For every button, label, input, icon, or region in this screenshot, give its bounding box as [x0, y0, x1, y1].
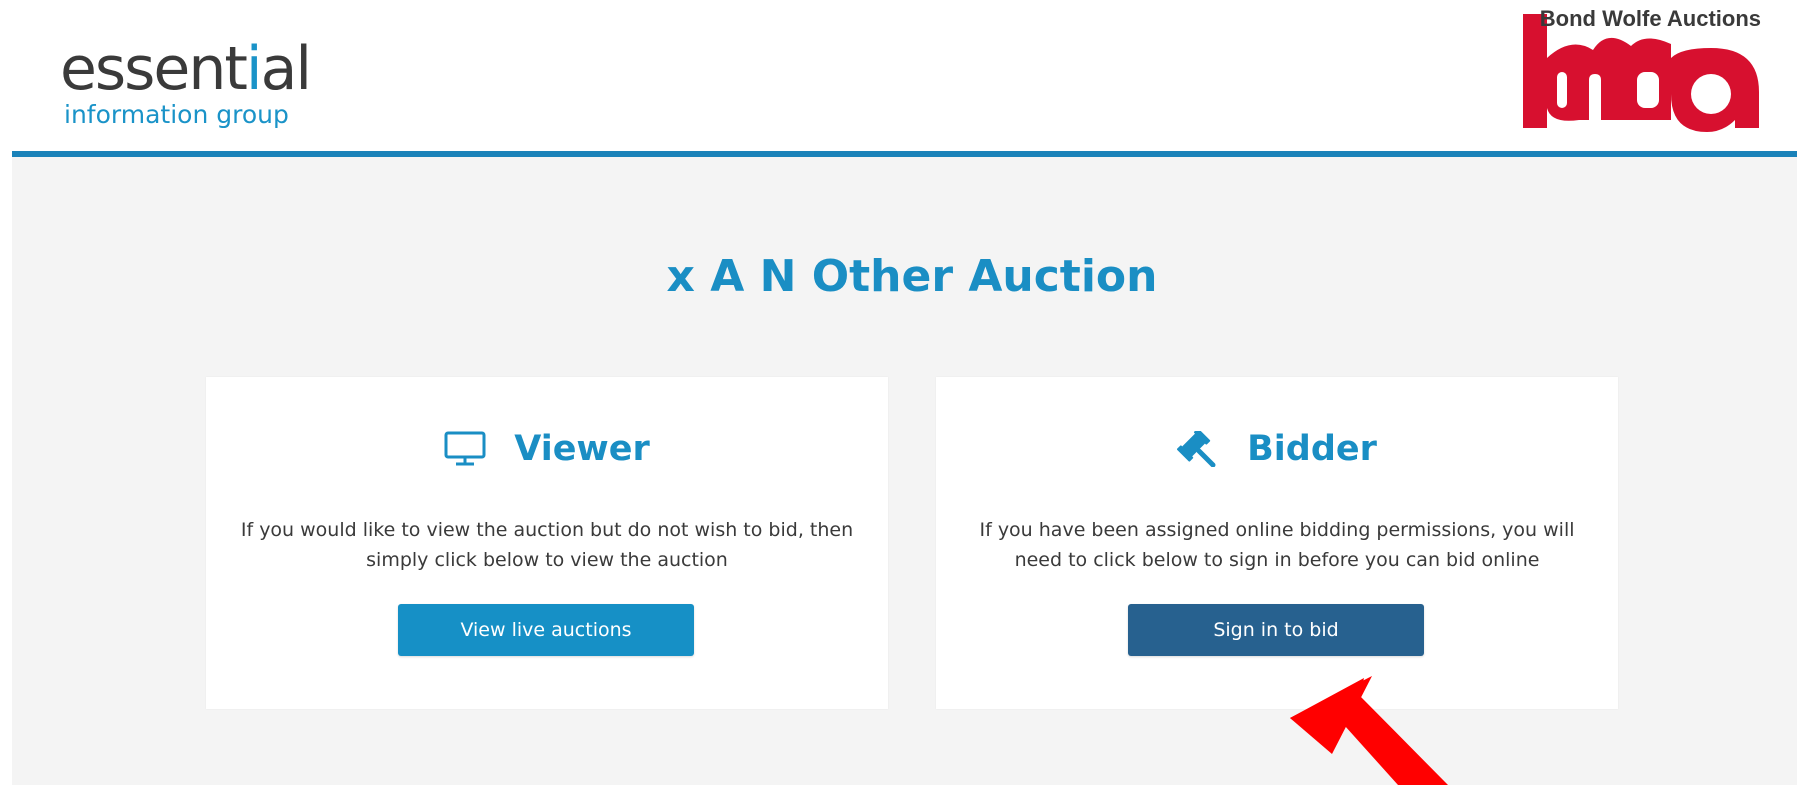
- page: essential information group Bond Wolfe A…: [0, 0, 1797, 785]
- monitor-icon: [444, 431, 486, 467]
- bond-wolfe-auctions-logo[interactable]: Bond Wolfe Auctions: [1521, 2, 1761, 142]
- brand-word-end: al: [260, 34, 312, 104]
- view-live-auctions-button[interactable]: View live auctions: [398, 604, 694, 656]
- red-arrow-icon: [1280, 670, 1460, 785]
- sign-in-to-bid-button[interactable]: Sign in to bid: [1128, 604, 1424, 656]
- viewer-heading: Viewer: [206, 429, 888, 469]
- viewer-heading-label: Viewer: [514, 429, 650, 469]
- main-content: x A N Other Auction Viewer If you would …: [12, 157, 1797, 785]
- auction-house-name: Bond Wolfe Auctions: [1539, 6, 1761, 31]
- brand-word-accent: i: [245, 34, 263, 104]
- brand-subtitle: information group: [64, 100, 289, 129]
- gavel-icon: [1177, 431, 1219, 467]
- bidder-card: Bidder If you have been assigned online …: [936, 377, 1618, 709]
- bidder-description: If you have been assigned online bidding…: [979, 519, 1575, 571]
- bidder-heading-label: Bidder: [1247, 429, 1377, 469]
- bidder-heading: Bidder: [936, 429, 1618, 469]
- site-header: essential information group Bond Wolfe A…: [0, 0, 1797, 153]
- viewer-description: If you would like to view the auction bu…: [240, 519, 854, 571]
- viewer-card: Viewer If you would like to view the auc…: [206, 377, 888, 709]
- auction-title: x A N Other Auction: [666, 251, 1158, 302]
- essential-information-group-logo[interactable]: essential information group: [60, 38, 312, 129]
- brand-wordmark: essential: [60, 38, 312, 100]
- brand-word-start: essent: [60, 34, 248, 104]
